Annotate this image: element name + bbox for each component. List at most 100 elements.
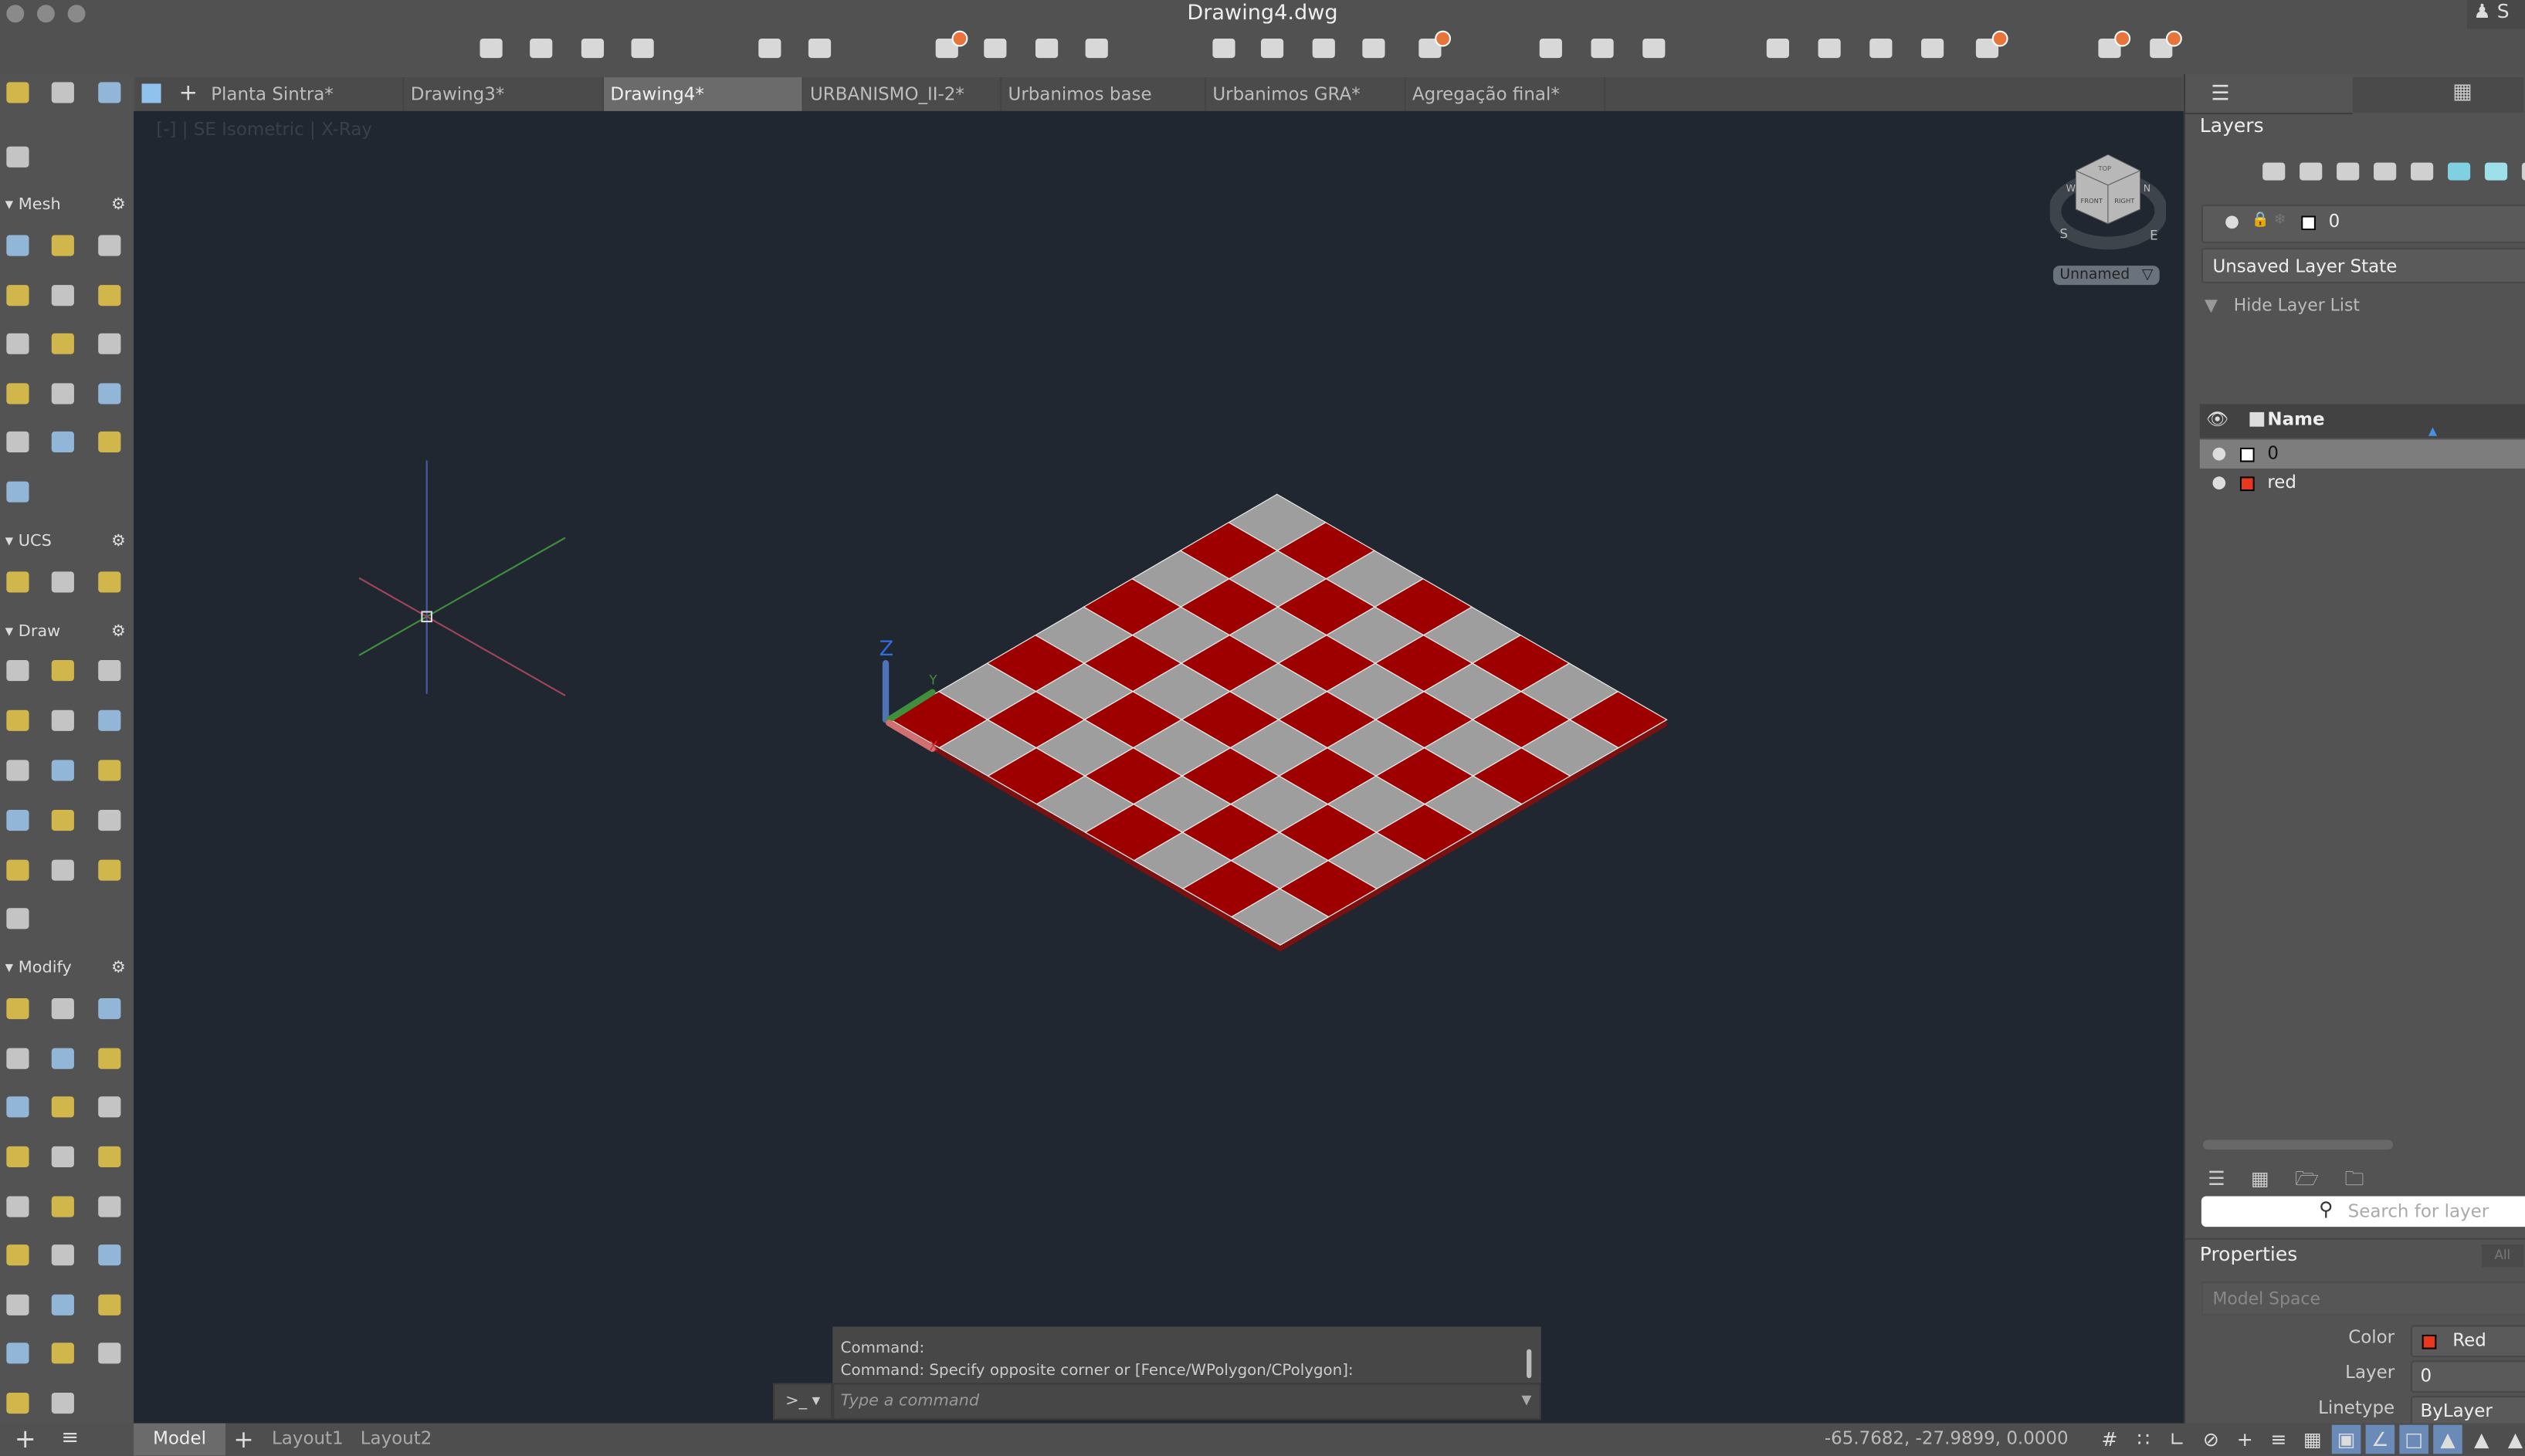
print-icon[interactable] <box>981 36 1010 61</box>
tool-icon[interactable] <box>5 80 30 104</box>
tool-icon[interactable] <box>50 858 76 882</box>
doc-tab[interactable]: Agregação final* <box>1406 77 1606 111</box>
tool-icon[interactable] <box>97 758 122 782</box>
selection-cycling-icon[interactable]: ▣ <box>2331 1424 2361 1454</box>
section-ucs[interactable]: ▾ UCS ⚙ <box>0 530 134 555</box>
tool-icon[interactable] <box>5 283 30 307</box>
tab-grid-icon[interactable] <box>141 83 161 103</box>
viewcube-top[interactable]: TOP <box>2097 164 2111 172</box>
match-layer-icon[interactable] <box>1815 36 1844 61</box>
redo-icon[interactable] <box>805 36 835 61</box>
tool-icon[interactable] <box>5 858 30 882</box>
orbit-icon[interactable] <box>1639 36 1669 61</box>
transparency-icon[interactable]: ▦ <box>2298 1425 2327 1454</box>
user-account[interactable]: ♟ S <box>2466 0 2525 29</box>
render-icon[interactable] <box>2095 30 2131 61</box>
layer-freeze-icon[interactable] <box>2447 162 2471 181</box>
tool-icon[interactable] <box>5 1047 30 1071</box>
ortho-icon[interactable]: ∟ <box>2163 1425 2192 1454</box>
tool-icon[interactable] <box>50 1391 76 1415</box>
open-icon[interactable] <box>527 36 556 61</box>
tool-icon[interactable] <box>50 758 76 782</box>
tool-icon[interactable] <box>5 997 30 1021</box>
gear-icon[interactable]: ⚙ <box>111 530 126 555</box>
auto-scale-icon[interactable]: ▲ <box>2467 1425 2496 1454</box>
tool-icon[interactable] <box>50 1341 76 1365</box>
tool-icon[interactable] <box>50 997 76 1021</box>
tool-icon[interactable] <box>5 332 30 356</box>
tool-icon[interactable] <box>50 332 76 356</box>
doc-tab[interactable]: Urbanimos GRA* <box>1206 77 1406 111</box>
polar-icon[interactable]: ⊘ <box>2197 1425 2226 1454</box>
layer-match-icon[interactable] <box>2300 162 2323 181</box>
tool-icon[interactable] <box>5 145 30 169</box>
publish-icon[interactable] <box>1032 36 1062 61</box>
attach-icon[interactable] <box>1310 36 1339 61</box>
dyn-input-icon[interactable]: + <box>2230 1425 2259 1454</box>
compass-e[interactable]: E <box>2150 229 2158 243</box>
hide-layer-list-toggle[interactable]: ▼ Hide Layer List <box>2205 296 2360 316</box>
history-scrollbar[interactable] <box>1527 1349 1532 1379</box>
plot-icon[interactable] <box>933 30 968 61</box>
tool-icon[interactable] <box>50 381 76 405</box>
lineweight-icon[interactable]: ≡ <box>2264 1425 2293 1454</box>
view-manager-icon[interactable] <box>2147 30 2182 61</box>
new-layer-icon[interactable] <box>2262 162 2286 181</box>
tool-icon[interactable] <box>5 1293 30 1317</box>
undo-icon[interactable] <box>755 36 785 61</box>
page-setup-icon[interactable] <box>1082 36 1111 61</box>
tool-icon[interactable] <box>97 1293 122 1317</box>
layer-walk-icon[interactable] <box>1866 36 1896 61</box>
tool-icon[interactable] <box>5 233 30 257</box>
tool-icon[interactable] <box>97 997 122 1021</box>
tool-icon[interactable] <box>97 808 122 832</box>
viewcube-front[interactable]: FRONT <box>2080 197 2103 205</box>
tool-icon[interactable] <box>97 1095 122 1119</box>
annotation-scale-icon[interactable]: ▲ <box>2501 1425 2525 1454</box>
tool-icon[interactable] <box>97 1243 122 1267</box>
visibility-dot-icon[interactable] <box>2212 476 2226 489</box>
layer-state-icon[interactable] <box>1918 36 1947 61</box>
quick-folder-icon[interactable]: 🗀 <box>2344 1167 2389 1190</box>
doc-tab[interactable]: URBANISMO_II-2* <box>804 77 1002 111</box>
color-column-icon[interactable] <box>2249 411 2265 427</box>
tool-icon[interactable] <box>5 1145 30 1169</box>
tool-icon[interactable] <box>5 709 30 733</box>
tool-icon[interactable] <box>97 381 122 405</box>
section-modify[interactable]: ▾ Modify ⚙ <box>0 957 134 982</box>
new-icon[interactable] <box>476 36 506 61</box>
property-value-field[interactable]: 0 <box>2410 1360 2525 1393</box>
tool-icon[interactable] <box>5 430 30 454</box>
tool-icon[interactable] <box>5 1095 30 1119</box>
tool-icon[interactable] <box>5 659 30 682</box>
layout-tab-model[interactable]: Model <box>134 1423 225 1456</box>
palette-menu-icon[interactable]: ≡ <box>61 1427 79 1451</box>
tool-icon[interactable] <box>5 758 30 782</box>
compass-n[interactable]: N <box>2144 182 2150 194</box>
doc-tab[interactable]: Drawing3* <box>404 77 605 111</box>
layer-off-icon[interactable] <box>2484 162 2508 181</box>
tool-icon[interactable] <box>97 1145 122 1169</box>
osnap-icon[interactable]: □ <box>2399 1424 2428 1454</box>
visibility-dot-icon[interactable] <box>2212 447 2226 461</box>
tool-icon[interactable] <box>97 1341 122 1365</box>
tool-icon[interactable] <box>97 1194 122 1218</box>
viewcube[interactable]: TOP FRONT RIGHT S E W N Unnamed ▽ <box>2048 147 2168 292</box>
tool-icon[interactable] <box>50 659 76 682</box>
export-icon[interactable] <box>1258 36 1287 61</box>
tool-icon[interactable] <box>50 233 76 257</box>
tool-icon[interactable] <box>5 808 30 832</box>
compass-w[interactable]: W <box>2066 182 2076 194</box>
new-tab-icon[interactable]: + <box>178 77 197 111</box>
tool-icon[interactable] <box>5 1194 30 1218</box>
section-draw[interactable]: ▾ Draw ⚙ <box>0 620 134 645</box>
tool-icon[interactable] <box>97 283 122 307</box>
layer-more-icon[interactable] <box>2521 162 2525 181</box>
tool-icon[interactable] <box>50 1047 76 1071</box>
tool-icon[interactable] <box>50 1194 76 1218</box>
tool-icon[interactable] <box>5 1391 30 1415</box>
layer-properties-icon[interactable] <box>1764 36 1793 61</box>
tool-icon[interactable] <box>97 659 122 682</box>
horizontal-scrollbar[interactable] <box>2202 1139 2394 1150</box>
tool-icon[interactable] <box>50 1145 76 1169</box>
